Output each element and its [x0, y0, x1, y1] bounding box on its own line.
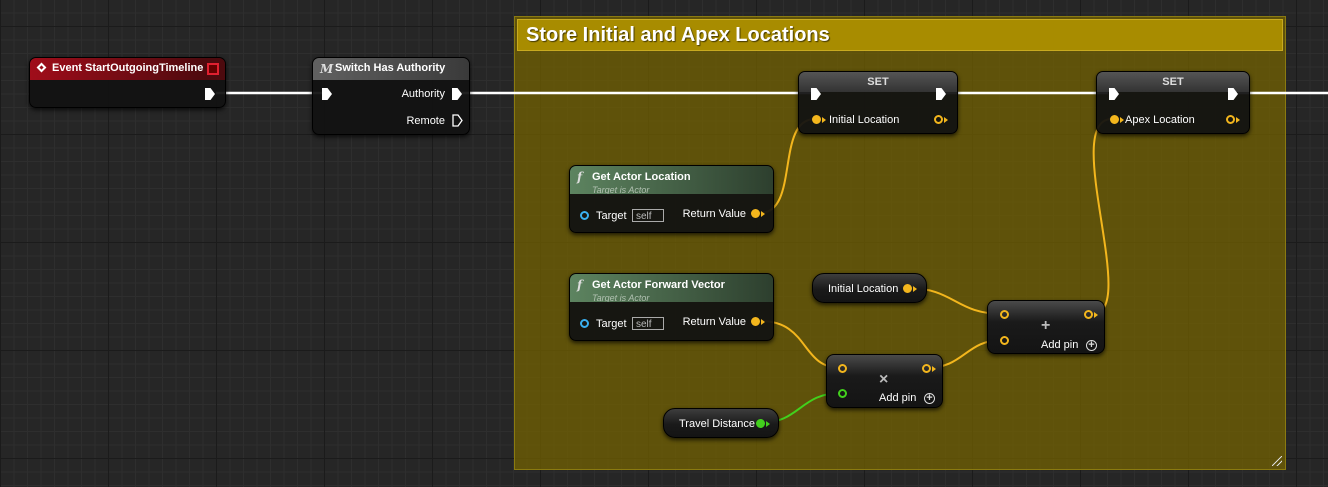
self-field[interactable]: self	[632, 317, 664, 330]
exec-out-pin[interactable]	[205, 88, 215, 100]
apex-location-out-pin[interactable]	[1226, 115, 1235, 124]
self-field[interactable]: self	[632, 209, 664, 222]
set-initial-location-node[interactable]: SET Initial Location	[798, 71, 958, 134]
pin-arrow-icon	[822, 117, 826, 123]
switch-has-authority-node[interactable]: M Switch Has Authority Authority Remote	[312, 57, 470, 135]
function-icon: f	[577, 170, 583, 184]
pin-arrow-icon	[1120, 117, 1124, 123]
pin-arrow-icon	[932, 366, 936, 372]
initial-location-getter-node[interactable]: Initial Location	[812, 273, 927, 303]
return-value-label: Return Value	[682, 208, 746, 220]
set-header: SET	[1097, 72, 1249, 92]
multiply-in-a-pin[interactable]	[838, 364, 847, 373]
authority-exec-pin[interactable]	[452, 88, 462, 100]
initial-location-label: Initial Location	[829, 114, 900, 126]
apex-location-label: Apex Location	[1125, 114, 1195, 126]
pin-arrow-icon	[761, 211, 765, 217]
initial-location-out-pin[interactable]	[903, 284, 912, 293]
add-pin-icon[interactable]: +	[924, 393, 935, 404]
initial-location-out-pin[interactable]	[934, 115, 943, 124]
delegate-icon	[207, 63, 219, 75]
remote-exec-pin[interactable]	[452, 114, 463, 127]
event-node[interactable]: Event StartOutgoingTimeline	[29, 57, 226, 108]
return-value-pin[interactable]	[751, 209, 760, 218]
get-actor-forward-vector-title: Get Actor Forward Vector	[592, 279, 725, 291]
target-subtitle: Target is Actor	[592, 185, 650, 194]
travel-distance-getter-node[interactable]: Travel Distance	[663, 408, 779, 438]
add-in-a-pin[interactable]	[1000, 310, 1009, 319]
apex-location-in-pin[interactable]	[1110, 115, 1119, 124]
pin-arrow-icon	[1094, 312, 1098, 318]
function-icon: f	[577, 278, 583, 292]
multiply-node[interactable]: × Add pin +	[826, 354, 943, 408]
multiply-icon: ×	[879, 371, 889, 388]
target-pin[interactable]	[580, 211, 589, 220]
add-node[interactable]: + Add pin +	[987, 300, 1105, 354]
get-actor-location-node[interactable]: f Get Actor Location Target is Actor Tar…	[569, 165, 774, 233]
pin-arrow-icon	[944, 117, 948, 123]
add-icon: +	[1041, 317, 1051, 334]
switch-title: Switch Has Authority	[335, 62, 446, 74]
initial-location-getter-label: Initial Location	[828, 283, 899, 295]
initial-location-in-pin[interactable]	[812, 115, 821, 124]
target-subtitle: Target is Actor	[592, 293, 650, 302]
return-value-label: Return Value	[682, 316, 746, 328]
target-label: Target	[596, 318, 627, 330]
set-header: SET	[799, 72, 957, 92]
add-in-b-pin[interactable]	[1000, 336, 1009, 345]
authority-label: Authority	[401, 88, 445, 100]
add-pin-label: Add pin	[1041, 339, 1079, 351]
multiply-in-b-pin[interactable]	[838, 389, 847, 398]
travel-distance-label: Travel Distance	[679, 418, 756, 430]
target-label: Target	[596, 210, 627, 222]
pin-arrow-icon	[761, 319, 765, 325]
set-apex-location-node[interactable]: SET Apex Location	[1096, 71, 1250, 134]
add-pin-icon[interactable]: +	[1086, 340, 1097, 351]
event-title: Event StartOutgoingTimeline	[52, 62, 204, 74]
pin-arrow-icon	[766, 421, 770, 427]
vector-wire	[1092, 118, 1113, 315]
exec-in-pin[interactable]	[322, 88, 332, 100]
event-icon	[36, 62, 47, 73]
add-out-pin[interactable]	[1084, 310, 1093, 319]
pin-arrow-icon	[913, 286, 917, 292]
target-pin[interactable]	[580, 319, 589, 328]
travel-distance-out-pin[interactable]	[756, 419, 765, 428]
add-pin-label: Add pin	[879, 392, 917, 404]
return-value-pin[interactable]	[751, 317, 760, 326]
get-actor-forward-vector-node[interactable]: f Get Actor Forward Vector Target is Act…	[569, 273, 774, 341]
pin-arrow-icon	[1236, 117, 1240, 123]
get-actor-location-title: Get Actor Location	[592, 171, 691, 183]
remote-label: Remote	[406, 115, 445, 127]
macro-icon: M	[320, 62, 334, 76]
multiply-out-pin[interactable]	[922, 364, 931, 373]
